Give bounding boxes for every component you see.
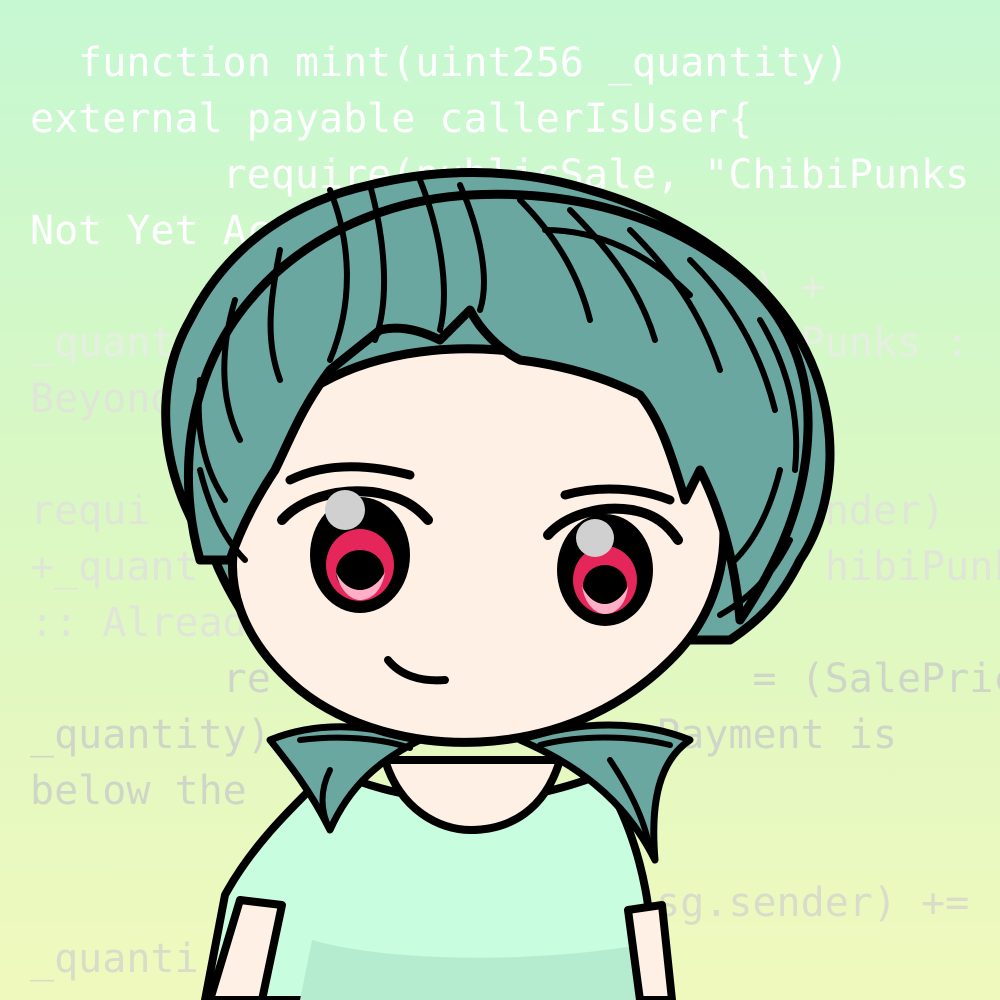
artwork-canvas: function mint(uint256 _quantity) externa…: [0, 0, 1000, 1000]
chibi-avatar-illustration: [161, 168, 835, 1000]
right-arm: [624, 901, 676, 1000]
